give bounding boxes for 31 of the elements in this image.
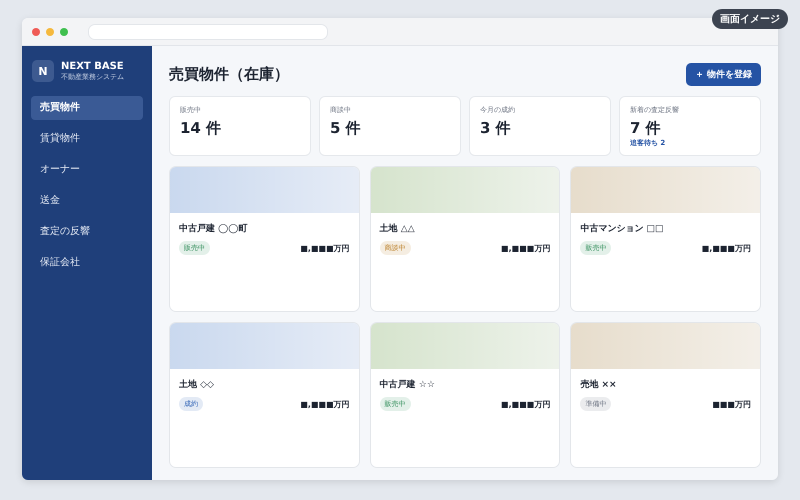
sidebar-item[interactable]: 賃貸物件 [31,127,143,151]
maximize-dot-icon[interactable] [60,28,68,36]
sidebar-item[interactable]: 送金 [31,189,143,213]
stat-value: 5 件 [330,119,361,138]
minimize-dot-icon[interactable] [46,28,54,36]
page-title: 売買物件（在庫） [169,64,289,84]
address-bar[interactable] [88,24,328,40]
sidebar-item[interactable]: 売買物件 [31,96,143,120]
property-name: 土地 ◇◇ [179,378,215,391]
property-name: 売地 ×× [580,378,618,391]
sidebar-item[interactable]: オーナー [31,158,143,182]
stat-value: 14 件 [180,119,222,138]
stat-value: 3 件 [480,119,511,138]
logo: N [32,60,54,82]
property-name: 中古マンション □□ [580,222,664,235]
sidebar-item[interactable]: 査定の反響 [31,220,143,244]
property-price: ■■■万円 [712,398,751,410]
property-name: 中古戸建 ☆☆ [380,378,436,391]
close-dot-icon[interactable] [32,28,40,36]
brand-name: NEXT BASE [61,60,124,72]
property-price: ■,■■■万円 [300,242,350,254]
add-property-button[interactable]: ＋ 物件を登録 [686,62,761,86]
property-price: ■,■■■万円 [702,242,751,254]
property-name: 土地 △△ [380,222,416,235]
property-price: ■,■■■万円 [501,242,550,254]
image-label: 画面イメージ [712,9,788,29]
property-price: ■,■■■万円 [300,398,350,410]
stat-value: 7 件 [630,119,661,138]
sidebar-item[interactable]: 保証会社 [31,251,143,275]
property-name: 中古戸建 ◯◯町 [179,222,248,235]
property-price: ■,■■■万円 [501,398,550,410]
